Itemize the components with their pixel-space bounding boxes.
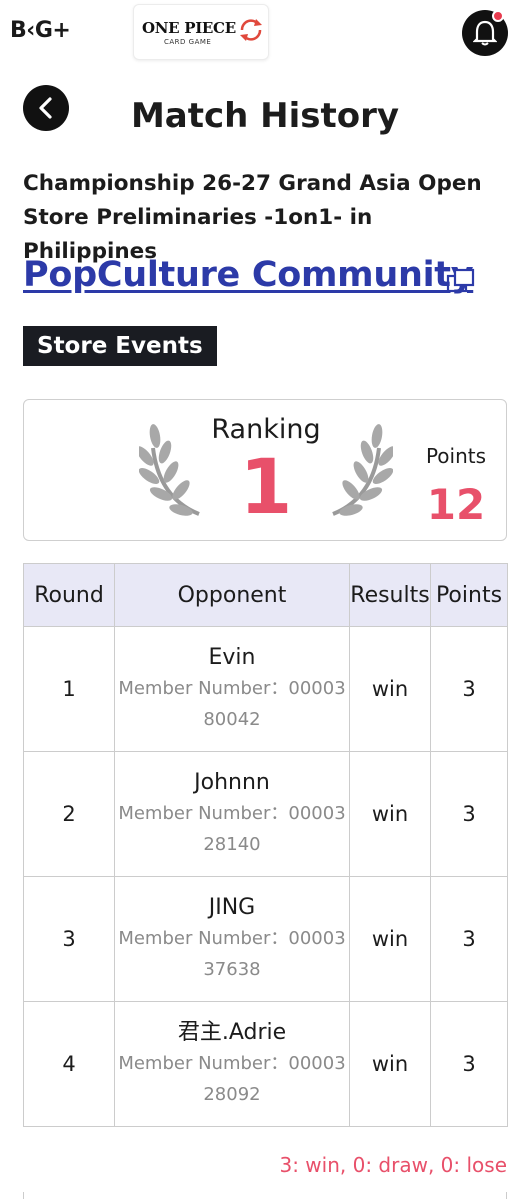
category-tag: Store Events: [23, 326, 217, 366]
opponent-name: Johnnn: [194, 770, 270, 795]
points-label: Points: [425, 444, 487, 468]
logo-subtitle: CARD GAME: [164, 38, 212, 46]
opponent-member-number: Member Number：0000380042: [118, 678, 346, 730]
round-cell: 2: [23, 751, 115, 877]
opponent-name: 君主.Adrie: [177, 1020, 287, 1045]
table-row: 1 Evin Member Number：0000380042 win 3: [23, 626, 508, 752]
opponent-cell: JING Member Number：0000337638: [114, 876, 350, 1002]
opponent-cell: 君主.Adrie Member Number：0000328092: [114, 1001, 350, 1127]
opponent-name: Evin: [208, 645, 256, 670]
opponent-member-number: Member Number：0000337638: [118, 928, 346, 980]
points-value: 12: [426, 480, 486, 529]
round-cell: 1: [23, 626, 115, 752]
table-row: 3 JING Member Number：0000337638 win 3: [23, 876, 508, 1002]
opponent-member-number: Member Number：0000328092: [118, 1053, 346, 1105]
result-cell: win: [349, 876, 431, 1002]
ranking-card: Ranking 1 Points 12: [23, 399, 507, 541]
result-cell: win: [349, 1001, 431, 1127]
table-row: 2 Johnnn Member Number：0000328140 win 3: [23, 751, 508, 877]
opponent-cell: Johnnn Member Number：0000328140: [114, 751, 350, 877]
bandai-tcg-plus-logo[interactable]: B‹G+: [10, 18, 71, 43]
match-history-table: Round Opponent Results Points 1 Evin Mem…: [23, 563, 508, 1127]
result-cell: win: [349, 626, 431, 752]
points-cell: 3: [430, 626, 508, 752]
event-name: Championship 26-27 Grand Asia Open Store…: [23, 171, 482, 264]
points-cell: 3: [430, 876, 508, 1002]
logo-title: ONE PIECE: [142, 19, 236, 37]
next-table-edge: [23, 1192, 507, 1199]
opponent-name: JING: [208, 895, 256, 920]
header-results: Results: [349, 563, 431, 627]
table-header-row: Round Opponent Results Points: [23, 563, 508, 627]
refresh-arrows-icon: [240, 19, 262, 41]
round-cell: 3: [23, 876, 115, 1002]
round-cell: 4: [23, 1001, 115, 1127]
header-round: Round: [23, 563, 115, 627]
opponent-member-number: Member Number：0000328140: [118, 803, 346, 855]
result-cell: win: [349, 751, 431, 877]
points-cell: 3: [430, 751, 508, 877]
points-cell: 3: [430, 1001, 508, 1127]
header-opponent: Opponent: [114, 563, 350, 627]
one-piece-card-game-logo[interactable]: ONE PIECE CARD GAME: [133, 4, 269, 60]
ranking-value: 1: [239, 442, 293, 531]
notification-button[interactable]: [462, 10, 508, 56]
page-title: Match History: [130, 96, 400, 136]
store-name-link[interactable]: PopCulture Community: [23, 255, 474, 295]
table-row: 4 君主.Adrie Member Number：0000328092 win …: [23, 1001, 508, 1127]
top-bar: B‹G+ ONE PIECE CARD GAME: [0, 0, 530, 64]
ranking-label: Ranking: [211, 414, 321, 445]
notification-dot: [492, 10, 504, 22]
external-link-icon[interactable]: [446, 268, 476, 294]
header-points: Points: [430, 563, 508, 627]
bell-icon: [473, 20, 497, 46]
results-summary: 3: win, 0: draw, 0: lose: [279, 1153, 507, 1177]
opponent-cell: Evin Member Number：0000380042: [114, 626, 350, 752]
